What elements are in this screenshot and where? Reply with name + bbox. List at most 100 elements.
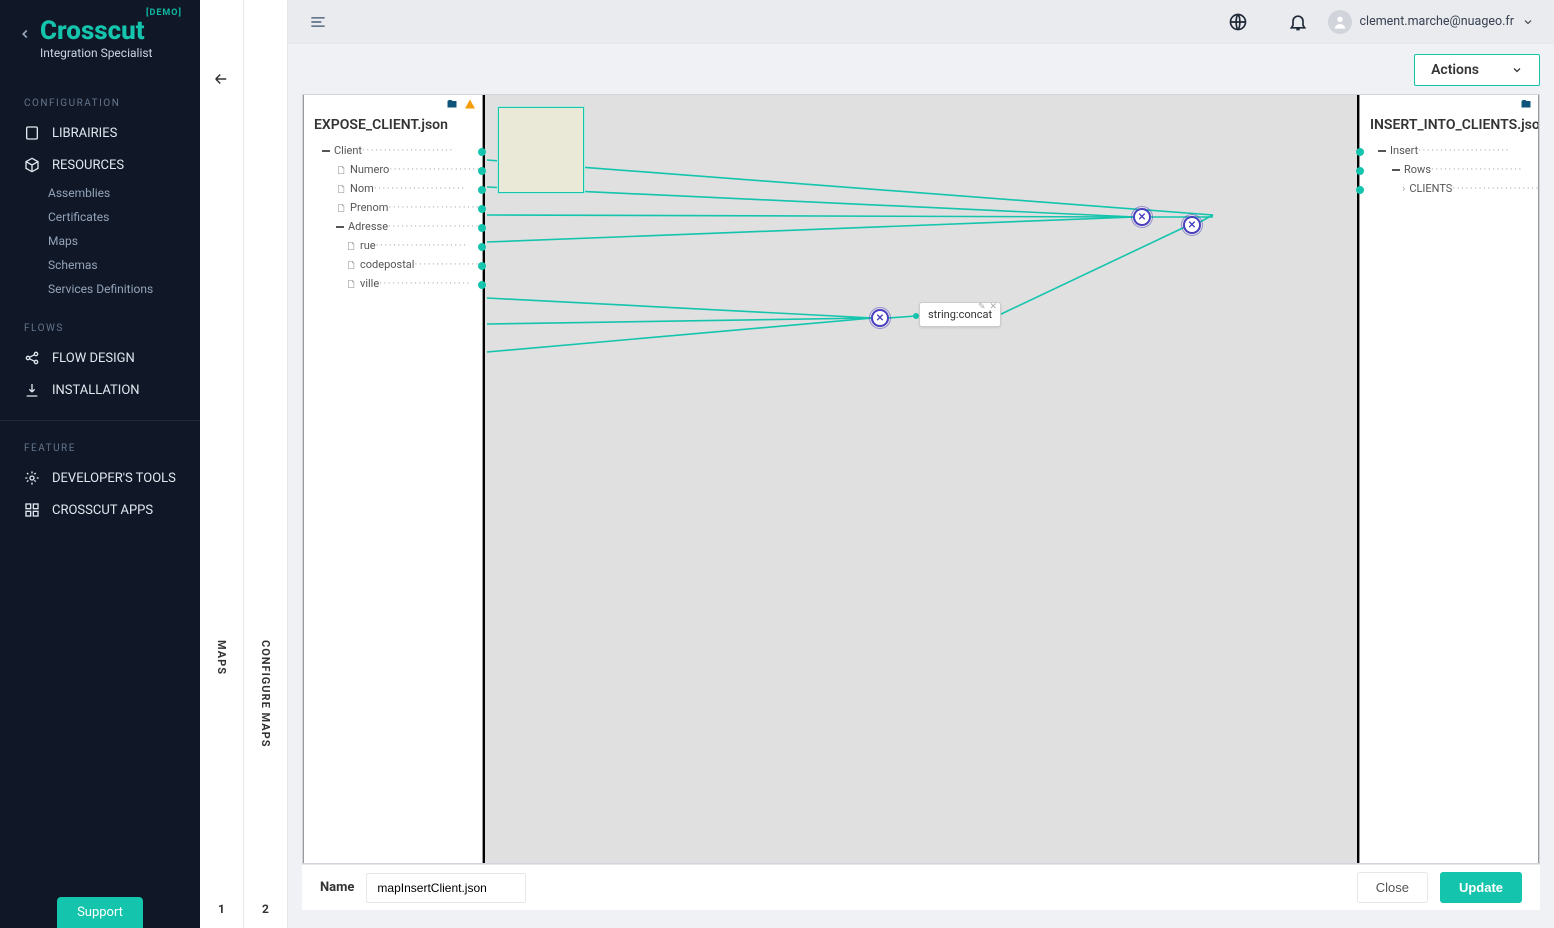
section-feature: FEATURE (0, 421, 200, 462)
nav-librairies-label: LIBRAIRIES (52, 126, 117, 141)
map-name-input[interactable] (366, 873, 526, 903)
rail-configure: CONFIGURE MAPS 2 (244, 0, 288, 928)
actions-label: Actions (1431, 62, 1479, 78)
tree-row[interactable]: Numero····················· (304, 160, 482, 179)
file-icon (336, 202, 346, 214)
user-menu[interactable]: clement.marche@nuageo.fr (1328, 10, 1535, 34)
tree-label: Rows (1404, 163, 1431, 176)
update-button[interactable]: Update (1440, 872, 1522, 903)
avatar-icon (1328, 10, 1352, 34)
rail-maps-number: 1 (218, 902, 225, 916)
chevron-down-icon (1522, 16, 1534, 28)
nav-sub-certificates[interactable]: Certificates (0, 205, 200, 229)
footer-bar: Name Close Update (302, 864, 1540, 910)
connector-port[interactable] (478, 205, 486, 213)
grid-icon (24, 502, 40, 518)
nav-resources[interactable]: RESOURCES (0, 149, 200, 181)
nav-apps-label: CROSSCUT APPS (52, 503, 153, 518)
tree-row[interactable]: Nom····················· (304, 179, 482, 198)
tree-row[interactable]: ville····················· (304, 274, 482, 293)
wires (303, 95, 1539, 863)
cube-icon (24, 157, 40, 173)
nav-apps[interactable]: CROSSCUT APPS (0, 494, 200, 526)
collapse-sidebar-icon[interactable] (18, 27, 32, 41)
tree-row[interactable]: Adresse····················· (304, 217, 482, 236)
back-icon[interactable] (212, 70, 230, 92)
tree-row[interactable]: Rows····················· (1360, 160, 1538, 179)
nav-installation[interactable]: INSTALLATION (0, 374, 200, 406)
function-node-string-concat[interactable]: ✎✕ string:concat (919, 302, 1001, 327)
close-button[interactable]: Close (1357, 872, 1428, 903)
nav-sub-maps[interactable]: Maps (0, 229, 200, 253)
nav-librairies[interactable]: LIBRAIRIES (0, 117, 200, 149)
tree-row[interactable]: ›CLIENTS····················· (1360, 179, 1538, 198)
file-icon (336, 183, 346, 195)
connector-port[interactable] (478, 148, 486, 156)
file-icon (336, 164, 346, 176)
target-panel: INSERT_INTO_CLIENTS.json Insert·········… (1359, 95, 1539, 863)
tree-row[interactable]: codepostal····················· (304, 255, 482, 274)
mapping-canvas[interactable]: ✕ ✕ ✕ ✎✕ string:concat EXPOSE_CLIENT.jso (302, 94, 1540, 864)
warning-icon (464, 98, 476, 110)
merge-node[interactable]: ✕ (1133, 208, 1151, 226)
connector-port[interactable] (478, 224, 486, 232)
section-flows: FLOWS (0, 301, 200, 342)
tree-label: ville (360, 277, 379, 290)
connector-port[interactable] (478, 243, 486, 251)
bell-icon[interactable] (1288, 12, 1308, 32)
rail-configure-number: 2 (262, 902, 269, 916)
share-icon (24, 350, 40, 366)
collapse-icon (336, 226, 344, 228)
nav-devtools[interactable]: DEVELOPER'S TOOLS (0, 462, 200, 494)
hamburger-icon[interactable] (308, 12, 328, 32)
folder-icon[interactable] (1520, 98, 1532, 110)
tree-row[interactable]: rue····················· (304, 236, 482, 255)
source-panel: EXPOSE_CLIENT.json Client···············… (303, 95, 483, 863)
connector-port[interactable] (1356, 167, 1364, 175)
brand-subtitle: Integration Specialist (40, 46, 182, 60)
merge-node[interactable]: ✕ (1183, 216, 1201, 234)
target-title: INSERT_INTO_CLIENTS.json (1360, 113, 1538, 141)
book-icon (24, 125, 40, 141)
nav-flow-design-label: FLOW DESIGN (52, 351, 135, 366)
collapse-icon (322, 150, 330, 152)
sidebar-header: [DEMO] Crosscut Integration Specialist (0, 0, 200, 76)
tree-label: codepostal (360, 258, 414, 271)
tree-row[interactable]: Insert····················· (1360, 141, 1538, 160)
edit-icon[interactable]: ✎ (978, 302, 986, 312)
file-icon (346, 278, 356, 290)
connector-port[interactable] (1356, 148, 1364, 156)
nav-devtools-label: DEVELOPER'S TOOLS (52, 471, 176, 486)
support-button[interactable]: Support (57, 897, 143, 928)
nav-resources-label: RESOURCES (52, 158, 124, 173)
tree-label: Nom (350, 182, 374, 195)
close-icon[interactable]: ✕ (990, 302, 998, 312)
rail-configure-label: CONFIGURE MAPS (259, 640, 272, 748)
gear-icon (24, 470, 40, 486)
tree-row[interactable]: Client····················· (304, 141, 482, 160)
connector-port[interactable] (1356, 186, 1364, 194)
topbar: clement.marche@nuageo.fr (288, 0, 1554, 44)
connector-port[interactable] (478, 262, 486, 270)
rail-maps: MAPS 1 (200, 0, 244, 928)
nav-sub-assemblies[interactable]: Assemblies (0, 181, 200, 205)
tree-label: rue (360, 239, 376, 252)
aperture-icon[interactable] (1228, 12, 1248, 32)
merge-node[interactable]: ✕ (871, 309, 889, 327)
download-icon (24, 382, 40, 398)
connector-port[interactable] (478, 281, 486, 289)
file-icon (346, 240, 356, 252)
nav-sub-services[interactable]: Services Definitions (0, 277, 200, 301)
actions-button[interactable]: Actions (1414, 54, 1540, 86)
nav-flow-design[interactable]: FLOW DESIGN (0, 342, 200, 374)
connector-port[interactable] (478, 186, 486, 194)
connector-port[interactable] (478, 167, 486, 175)
nav-sub-schemas[interactable]: Schemas (0, 253, 200, 277)
rail-maps-label: MAPS (215, 640, 228, 675)
minimap[interactable] (498, 107, 584, 193)
tree-row[interactable]: Prenom····················· (304, 198, 482, 217)
source-title: EXPOSE_CLIENT.json (304, 113, 482, 141)
collapse-icon (1392, 169, 1400, 171)
folder-icon[interactable] (446, 98, 458, 110)
nav-installation-label: INSTALLATION (52, 383, 140, 398)
